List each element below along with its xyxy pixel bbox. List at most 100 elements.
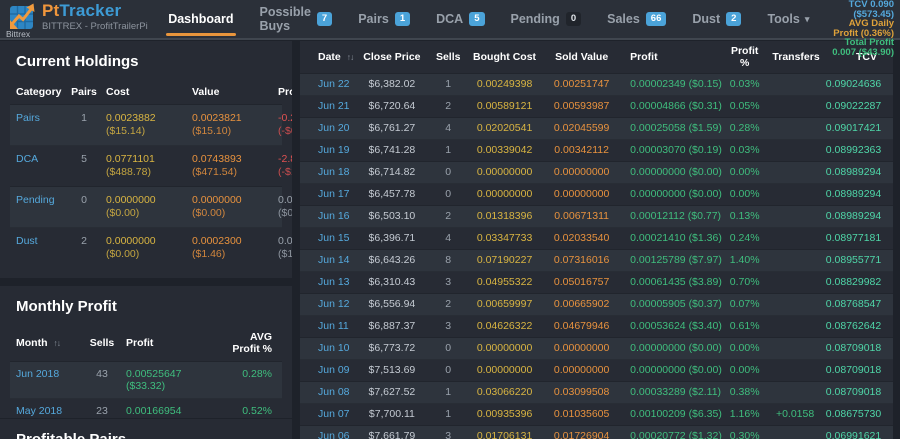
sales-row: Jun 09 $7,513.69 0 0.00000000 0.00000000 0.00… [300,359,893,382]
date-link[interactable]: Jun 07 [300,404,353,426]
nav-badge: 0 [565,12,582,26]
holdings-header-row: Category Pairs Cost Value Profit [10,80,292,105]
nav-item-dashboard[interactable]: Dashboard [155,0,246,39]
nav-item-pending[interactable]: Pending 0 [498,0,595,39]
cost-cell-usd: ($0.00) [106,248,140,260]
close-price: $6,556.94 [368,298,416,310]
date-link[interactable]: Jun 06 [300,426,353,439]
sold-value: 0.02045599 [553,122,610,134]
tcv-value: 0.08762642 [825,320,882,332]
category-link[interactable]: Dust [10,228,66,269]
daily-sales-panel: Date ↑↓ Close Price Sells Bought Cost Sold Va… [300,41,893,439]
date-link[interactable]: Jun 21 [300,96,353,118]
month-link[interactable]: May 2018 [10,399,82,419]
cost-cell-btc: 0.0023882 [106,112,156,124]
col-header-date[interactable]: Date ↑↓ [300,41,354,74]
nav-item-label: Pending [510,12,560,26]
date-link[interactable]: Jun 15 [300,228,353,250]
profit-value: 0.00000000 ($0.00) [630,364,722,376]
sales-row: Jun 14 $6,643.26 8 0.07190227 0.07316016 0.00… [300,249,893,272]
profit-cell: 0.00%($1.46) [278,235,292,260]
date-link[interactable]: Jun 19 [300,140,353,162]
transfers-value [768,162,821,184]
nav-item-possible-buys[interactable]: Possible Buys 7 [247,0,346,39]
col-header-month[interactable]: Month ↑↓ [10,325,82,362]
avg-profit-pct: 0.52% [242,405,272,417]
profit-pct: 0.05% [729,100,760,112]
bought-cost: 0.07190227 [476,254,533,266]
sold-value: 0.00000000 [553,364,610,376]
cost-cell-btc: 0.0000000 [106,194,156,206]
bought-cost: 0.00000000 [476,188,533,200]
date-link[interactable]: Jun 09 [300,360,353,382]
col-header-sells: Sells [435,51,461,63]
col-header-sells: Sells [89,337,115,349]
date-link[interactable]: Jun 10 [300,338,353,360]
tcv-value: 0.09022287 [825,100,882,112]
holdings-row: Dust 2 0.0000000 ($0.00) 0.0002300 ($1.46) 0.0… [10,227,292,269]
bought-cost: 0.03347733 [476,232,533,244]
nav-item-dca[interactable]: DCA 5 [423,0,497,39]
category-link[interactable]: Pairs [10,105,66,146]
nav-item-pairs[interactable]: Pairs 1 [345,0,423,39]
sales-row: Jun 13 $6,310.43 3 0.04955322 0.05016757 0.00… [300,271,893,294]
profit-value: 0.00003070 ($0.19) [630,144,722,156]
date-link[interactable]: Jun 12 [300,294,353,316]
cost-cell: 0.0023882 ($15.14) [102,105,188,146]
sells-count: 1 [445,386,452,398]
nav-item-sales[interactable]: Sales 66 [594,0,679,39]
month-link[interactable]: Jun 2018 [10,362,82,399]
profit-value: 0.00525647 ($33.32) [126,368,182,392]
close-price: $6,761.27 [368,122,416,134]
sold-value: 0.07316016 [553,254,610,266]
profit-cell: 0.00%($0.00) [278,194,292,219]
profit-pct: 0.28% [729,122,760,134]
tcv-value: 0.08989294 [825,166,882,178]
sells-count: 43 [96,368,108,380]
sold-value: 0.00665902 [553,298,610,310]
avg-profit-pct: 0.28% [242,368,272,380]
date-link[interactable]: Jun 18 [300,162,353,184]
date-link[interactable]: Jun 16 [300,206,353,228]
date-link[interactable]: Jun 14 [300,250,353,272]
sold-value: 0.00000000 [553,188,610,200]
sold-value: 0.00671311 [554,210,609,222]
date-link[interactable]: Jun 20 [300,118,353,140]
profit-value: 0.00000000 ($0.00) [630,188,722,200]
profit-value: 0.00061435 ($3.89) [630,276,722,288]
sells-count: 3 [445,276,452,288]
date-link[interactable]: Jun 11 [300,316,353,338]
sells-count: 0 [445,364,452,376]
close-price: $6,741.28 [368,144,416,156]
nav-item-dust[interactable]: Dust 2 [679,0,754,39]
monthly-row: Jun 2018 43 0.00525647 ($33.32) 0.28% [10,361,282,399]
sales-row: Jun 06 $7,661.79 3 0.01706131 0.01726904 0.00… [300,425,893,439]
sales-row: Jun 11 $6,887.37 3 0.04626322 0.04679946 0.00… [300,315,893,338]
sells-count: 0 [445,166,452,178]
profit-value: 0.00004866 ($0.31) [630,100,722,112]
category-link[interactable]: Pending [10,187,66,228]
nav-item-tools[interactable]: Tools ▾ [754,0,822,39]
cost-cell-usd: ($488.78) [106,166,151,178]
sells-count: 8 [445,254,452,266]
date-link[interactable]: Jun 22 [300,74,353,96]
sells-count: 2 [445,298,452,310]
profit-value: 0.00005905 ($0.37) [630,298,722,310]
date-link[interactable]: Jun 13 [300,272,353,294]
value-cell-btc: 0.0002300 [192,235,242,247]
close-price: $6,643.26 [368,254,416,266]
category-link[interactable]: DCA [10,146,66,187]
nav-item-label: DCA [436,12,464,26]
nav-item-label: Dust [692,12,721,26]
tcv-value: 0.08977181 [825,232,882,244]
profit-value: 0.00012112 ($0.77) [630,210,722,222]
sales-row: Jun 17 $6,457.78 0 0.00000000 0.00000000 0.00… [300,183,893,206]
col-header-close-price: Close Price [363,51,421,63]
col-header-profit: Profit [278,86,292,98]
close-price: $6,382.02 [368,78,416,90]
profit-value: 0.00021410 ($1.36) [630,232,722,244]
close-price: $6,887.37 [368,320,416,332]
date-link[interactable]: Jun 08 [300,382,353,404]
profit-pct: 0.24% [729,232,760,244]
date-link[interactable]: Jun 17 [300,184,353,206]
